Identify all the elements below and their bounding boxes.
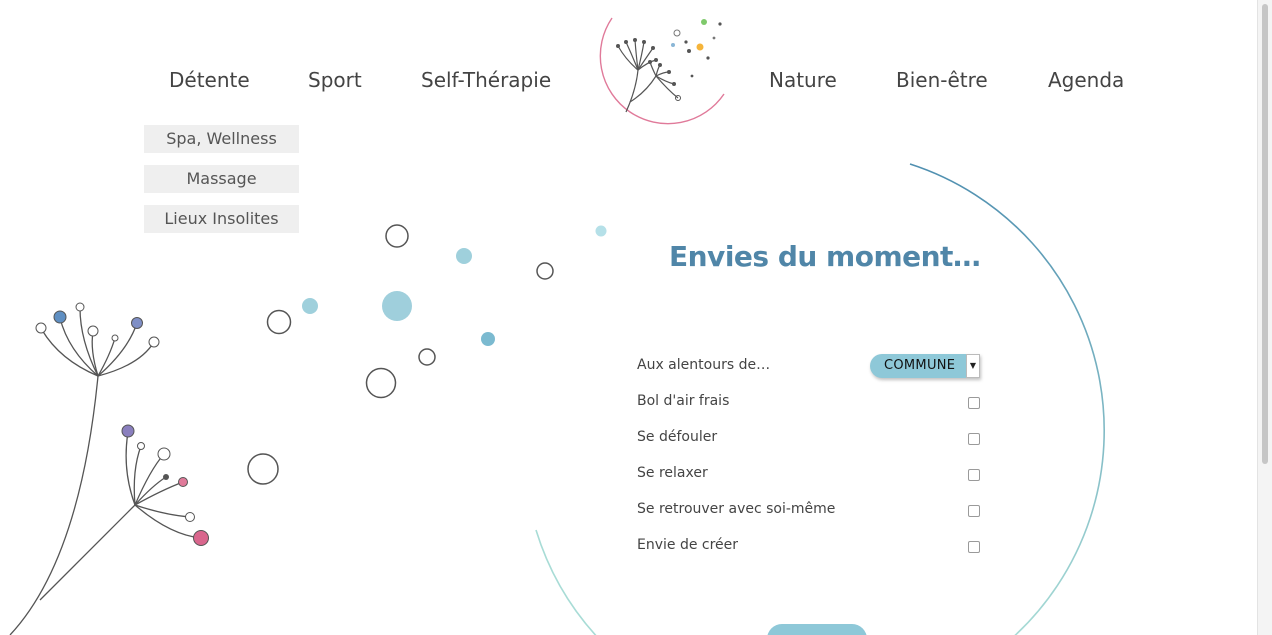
checkbox-se-defouler[interactable]: [968, 433, 980, 445]
commune-select-value: COMMUNE: [884, 358, 956, 373]
option-label: Se défouler: [637, 429, 718, 445]
checkbox-bol-d-air-frais[interactable]: [968, 397, 980, 409]
search-submit-button[interactable]: [767, 624, 867, 635]
location-label: Aux alentours de…: [637, 357, 771, 373]
option-label: Bol d'air frais: [637, 393, 730, 409]
panel-title: Envies du moment…: [669, 240, 981, 273]
checkbox-envie-de-creer[interactable]: [968, 541, 980, 553]
option-label: Se relaxer: [637, 465, 708, 481]
caret-down-icon[interactable]: ▼: [966, 354, 980, 378]
page: Détente Sport Self-Thérapie Nature Bien-…: [0, 0, 1272, 635]
option-label: Envie de créer: [637, 537, 739, 553]
option-label: Se retrouver avec soi-même: [637, 501, 836, 517]
checkbox-se-relaxer[interactable]: [968, 469, 980, 481]
commune-select[interactable]: COMMUNE ▼: [870, 354, 980, 378]
panel-arc: [535, 163, 1105, 635]
checkbox-se-retrouver[interactable]: [968, 505, 980, 517]
scrollbar-thumb[interactable]: [1262, 4, 1268, 464]
vertical-scrollbar[interactable]: [1257, 0, 1272, 635]
